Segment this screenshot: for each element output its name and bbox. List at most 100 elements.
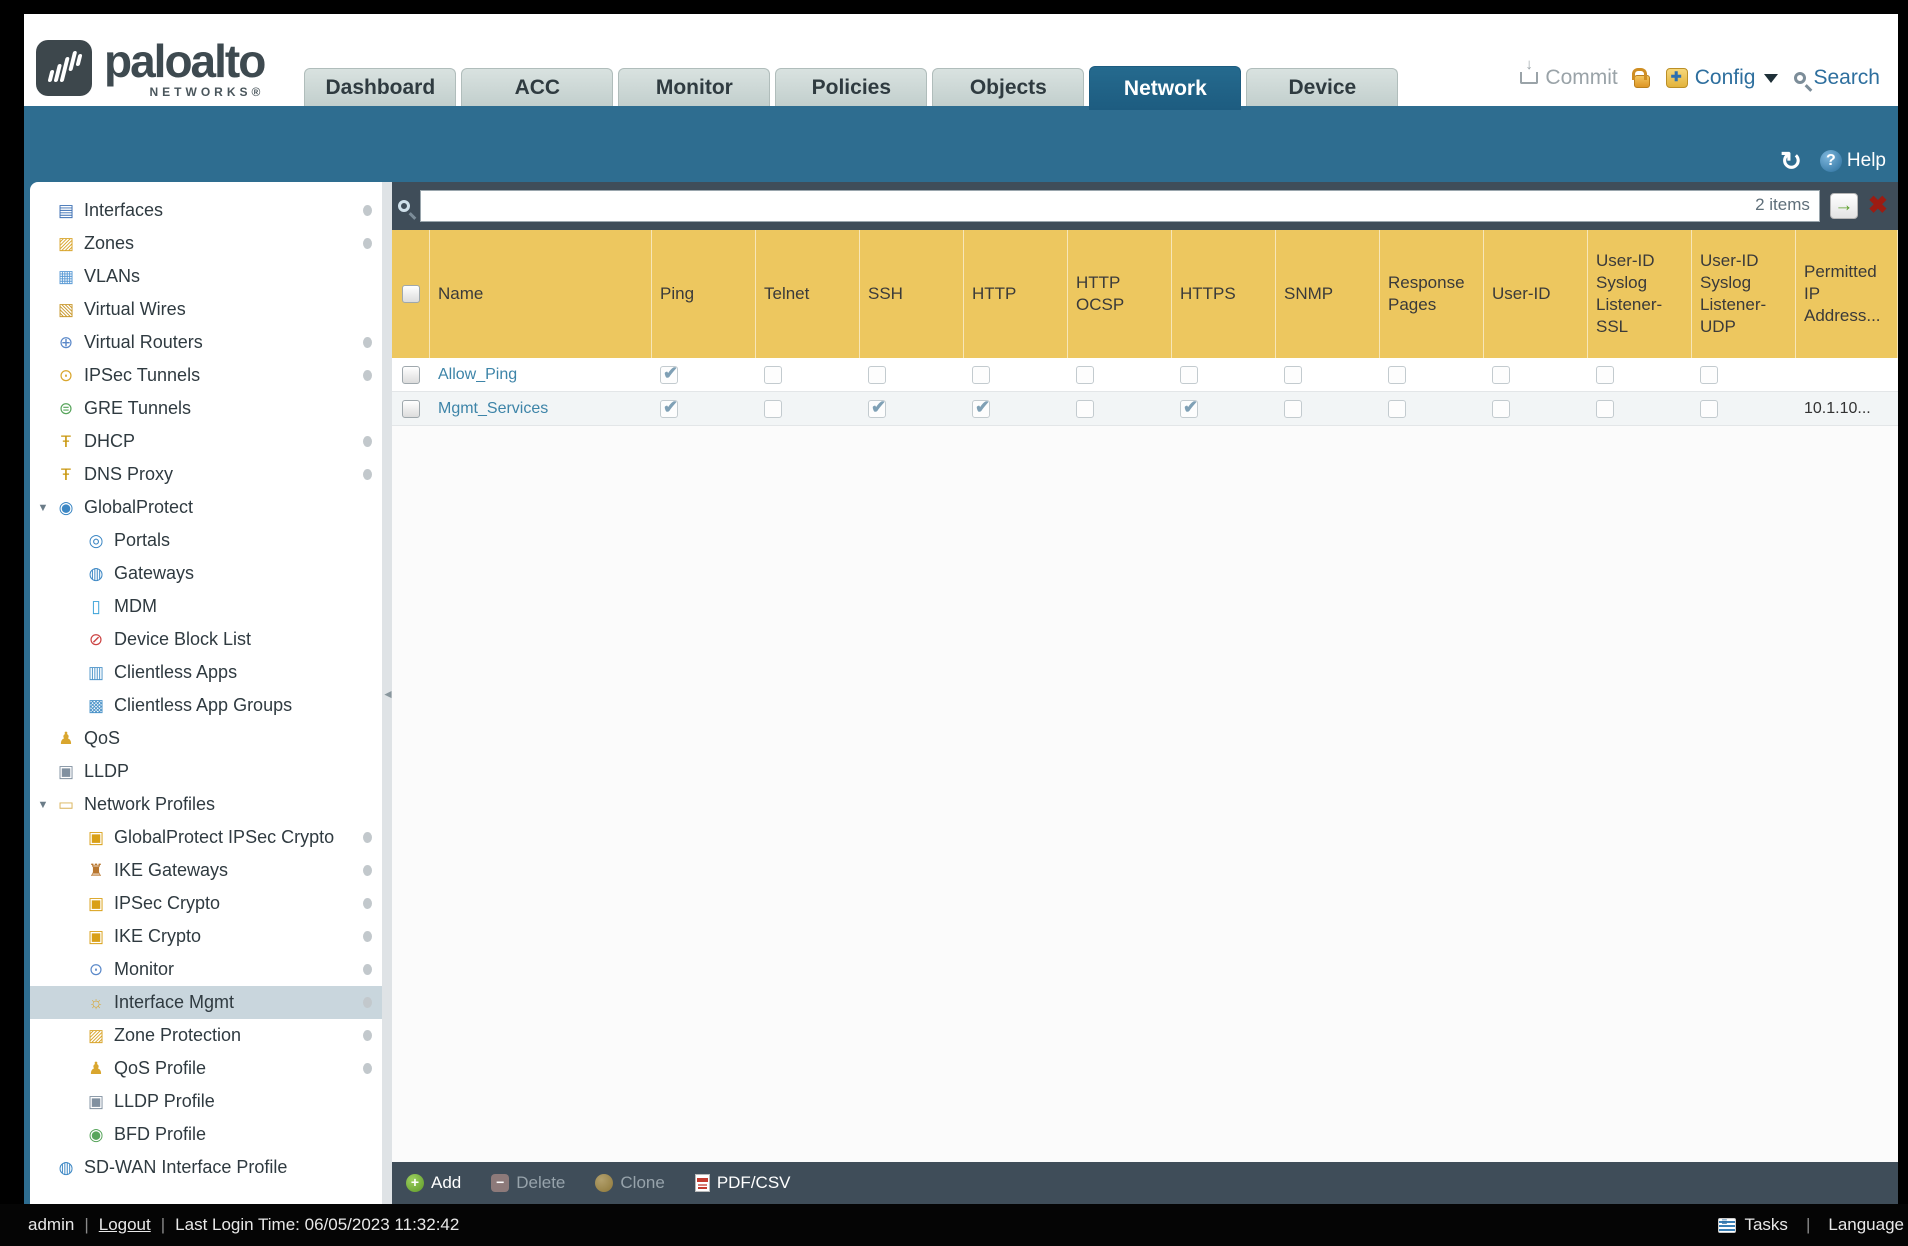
collapse-sidebar-icon[interactable]: ◄ [382, 687, 394, 701]
sidebar-item-ipsec-crypto[interactable]: ▣ IPSec Crypto [30, 887, 382, 920]
column-header-ssh[interactable]: SSH [860, 230, 964, 358]
select-all-checkbox[interactable] [401, 285, 420, 303]
sidebar-item-device-block-list[interactable]: ⊘ Device Block List [30, 623, 382, 656]
clone-button[interactable]: Clone [595, 1173, 665, 1193]
bfd-profile-icon: ◉ [88, 1125, 104, 1144]
sidebar-item-label: IKE Gateways [114, 860, 229, 880]
sidebar-item-label: IKE Crypto [114, 926, 202, 946]
column-header-http[interactable]: HTTP [964, 230, 1068, 358]
lock-icon[interactable] [1631, 68, 1650, 88]
sidebar-item-qos[interactable]: ♟ QoS [30, 722, 382, 755]
expander-triangle-icon[interactable]: ▼ [32, 502, 54, 514]
sidebar-item-globalprotect-ipsec-crypto[interactable]: ▣ GlobalProtect IPSec Crypto [30, 821, 382, 854]
sidebar-item-interfaces[interactable]: ▤ Interfaces [30, 194, 382, 227]
commit-button[interactable]: Commit [1520, 56, 1618, 90]
config-button[interactable]: Config [1665, 66, 1779, 90]
sidebar-item-label: Monitor [114, 959, 175, 979]
service-unchecked-icon [1284, 365, 1302, 384]
table-body: Allow_Ping Mgmt_Services 10.1.10... [392, 358, 1898, 426]
logout-link[interactable]: Logout [99, 1215, 151, 1235]
sidebar-item-dhcp[interactable]: Ŧ DHCP [30, 425, 382, 458]
sidebar-item-globalprotect[interactable]: ▼ ◉ GlobalProtect [30, 491, 382, 524]
gateways-icon: ◍ [88, 564, 104, 583]
service-unchecked-icon [1388, 399, 1406, 418]
sidebar-item-qos-profile[interactable]: ♟ QoS Profile [30, 1052, 382, 1085]
tasks-button[interactable]: Tasks [1744, 1215, 1787, 1235]
refresh-icon[interactable]: ↻ [1780, 148, 1802, 174]
tab-dashboard[interactable]: Dashboard [304, 68, 457, 106]
sidebar-item-label: LLDP Profile [114, 1091, 215, 1111]
interface-mgmt-icon: ☼ [88, 993, 104, 1012]
sidebar-item-dot [363, 865, 372, 876]
sidebar-item-monitor[interactable]: ⊙ Monitor [30, 953, 382, 986]
tab-acc[interactable]: ACC [461, 68, 614, 106]
row-checkbox[interactable] [402, 399, 420, 418]
table-row[interactable]: Allow_Ping [392, 358, 1898, 392]
clear-filter-button[interactable]: ✖ [1868, 194, 1888, 218]
apply-filter-button[interactable]: → [1829, 193, 1858, 219]
tab-network[interactable]: Network [1089, 66, 1242, 110]
column-header-telnet[interactable]: Telnet [756, 230, 860, 358]
sidebar-item-lldp-profile[interactable]: ▣ LLDP Profile [30, 1085, 382, 1118]
nav-tabs: Dashboard ACC Monitor Policies Objects Networ… [304, 66, 1399, 110]
sidebar-item-virtual-wires[interactable]: ▧ Virtual Wires [30, 293, 382, 326]
column-header-name[interactable]: Name [430, 230, 652, 358]
sidebar-item-vlans[interactable]: ▦ VLANs [30, 260, 382, 293]
sidebar-item-network-profiles[interactable]: ▼ ▭ Network Profiles [30, 788, 382, 821]
delete-button[interactable]: − Delete [491, 1173, 565, 1193]
column-header-http-ocsp[interactable]: HTTP OCSP [1068, 230, 1172, 358]
column-header-user-id[interactable]: User-ID [1484, 230, 1588, 358]
sidebar-item-dns-proxy[interactable]: Ŧ DNS Proxy [30, 458, 382, 491]
sidebar-item-gre-tunnels[interactable]: ⊜ GRE Tunnels [30, 392, 382, 425]
column-header-user-id-syslog-listener-udp[interactable]: User-ID Syslog Listener-UDP [1692, 230, 1796, 358]
lldp-icon: ▣ [57, 762, 75, 781]
tab-monitor[interactable]: Monitor [618, 68, 771, 106]
sidebar-item-lldp[interactable]: ▣ LLDP [30, 755, 382, 788]
tasks-icon [1718, 1217, 1737, 1233]
language-button[interactable]: Language [1828, 1215, 1904, 1235]
sidebar-item-clientless-apps[interactable]: ▥ Clientless Apps [30, 656, 382, 689]
dns-proxy-icon: Ŧ [60, 465, 72, 484]
sidebar-item-ike-gateways[interactable]: ♜ IKE Gateways [30, 854, 382, 887]
sidebar-item-ike-crypto[interactable]: ▣ IKE Crypto [30, 920, 382, 953]
column-header-snmp[interactable]: SNMP [1276, 230, 1380, 358]
table-row[interactable]: Mgmt_Services 10.1.10... [392, 392, 1898, 426]
tab-device[interactable]: Device [1246, 68, 1399, 106]
tab-policies[interactable]: Policies [775, 68, 928, 106]
profile-name-link[interactable]: Allow_Ping [438, 366, 517, 384]
sidebar-item-sd-wan-interface-profile[interactable]: ◍ SD-WAN Interface Profile [30, 1151, 382, 1184]
column-header-permitted-ip-address[interactable]: Permitted IP Address... [1796, 230, 1898, 358]
sidebar-item-dot [363, 1030, 372, 1041]
sidebar-item-bfd-profile[interactable]: ◉ BFD Profile [30, 1118, 382, 1151]
service-unchecked-icon [1076, 399, 1094, 418]
sidebar-divider[interactable]: ◄ [382, 182, 394, 1204]
sidebar-item-dot [363, 469, 372, 480]
tab-objects[interactable]: Objects [932, 68, 1085, 106]
sidebar-item-zones[interactable]: ▨ Zones [30, 227, 382, 260]
column-header-response-pages[interactable]: Response Pages [1380, 230, 1484, 358]
expander-triangle-icon[interactable]: ▼ [32, 799, 54, 811]
sidebar-item-mdm[interactable]: ▯ MDM [30, 590, 382, 623]
sidebar-item-interface-mgmt[interactable]: ☼ Interface Mgmt [30, 986, 382, 1019]
column-header-user-id-syslog-listener-ssl[interactable]: User-ID Syslog Listener-SSL [1588, 230, 1692, 358]
pdf-csv-button[interactable]: PDF/CSV [694, 1173, 791, 1193]
add-button[interactable]: + Add [406, 1173, 461, 1193]
sidebar-item-virtual-routers[interactable]: ⊕ Virtual Routers [30, 326, 382, 359]
service-unchecked-icon [1700, 365, 1718, 384]
toolbar-button-label: Delete [516, 1173, 566, 1192]
sidebar-item-ipsec-tunnels[interactable]: ⊙ IPSec Tunnels [30, 359, 382, 392]
table-empty-area [392, 426, 1898, 1162]
commit-label: Commit [1545, 66, 1618, 89]
sidebar-item-clientless-app-groups[interactable]: ▩ Clientless App Groups [30, 689, 382, 722]
filter-input[interactable] [420, 190, 1820, 222]
help-button[interactable]: ? Help [1819, 150, 1886, 172]
row-checkbox[interactable] [402, 365, 420, 384]
service-unchecked-icon [972, 365, 990, 384]
sidebar-item-gateways[interactable]: ◍ Gateways [30, 557, 382, 590]
column-header-https[interactable]: HTTPS [1172, 230, 1276, 358]
profile-name-link[interactable]: Mgmt_Services [438, 400, 548, 418]
column-header-ping[interactable]: Ping [652, 230, 756, 358]
sidebar-item-zone-protection[interactable]: ▨ Zone Protection [30, 1019, 382, 1052]
global-search-button[interactable]: Search [1794, 66, 1880, 90]
sidebar-item-portals[interactable]: ◎ Portals [30, 524, 382, 557]
